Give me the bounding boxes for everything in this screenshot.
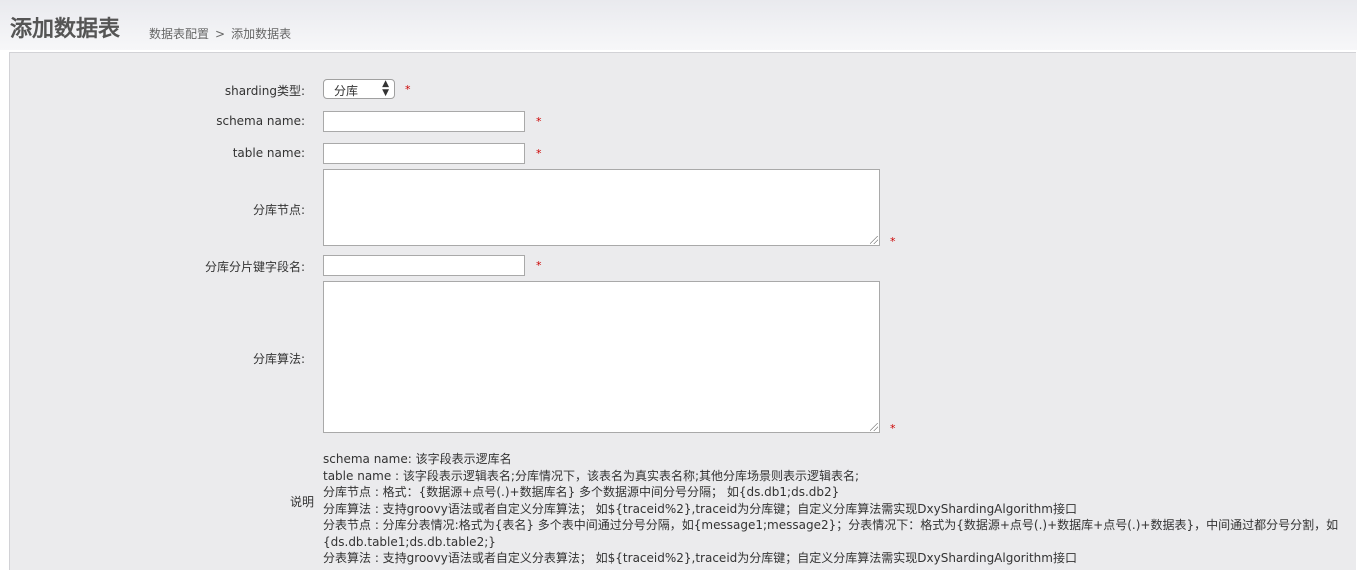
schema-name-label: schema name: [216, 114, 305, 128]
sharding-type-select[interactable]: 分库 ▲ ▼ [323, 79, 395, 99]
db-nodes-textarea[interactable] [323, 169, 880, 246]
breadcrumb-item-current: 添加数据表 [231, 27, 292, 41]
schema-name-input[interactable] [323, 111, 525, 132]
description-text: schema name: 该字段表示逻库名 table name : 该字段表示… [323, 451, 1343, 567]
sharding-type-label: sharding类型: [224, 84, 305, 98]
breadcrumb-separator: > [215, 27, 226, 41]
required-marker: * [536, 115, 542, 128]
description-line: 分库节点 : 格式：{数据源+点号(.)+数据库名} 多个数据源中间分号分隔； … [323, 485, 840, 499]
resize-handle-icon[interactable] [870, 236, 878, 244]
db-nodes-label: 分库节点: [252, 203, 305, 217]
description-line: schema name: 该字段表示逻库名 [323, 452, 512, 466]
db-shard-key-label: 分库分片键字段名: [204, 260, 305, 274]
db-shard-key-input[interactable] [323, 255, 525, 276]
required-marker: * [890, 422, 896, 435]
sharding-type-value: 分库 [334, 84, 359, 98]
db-algorithm-textarea[interactable] [323, 281, 880, 433]
db-algorithm-label: 分库算法: [252, 352, 305, 366]
table-name-label: table name: [232, 146, 305, 160]
description-label: 说明 [290, 495, 315, 509]
page-header: 添加数据表 数据表配置 > 添加数据表 [0, 0, 1357, 50]
required-marker: * [405, 83, 411, 96]
description-line: table name : 该字段表示逻辑表名;分库情况下，该表名为真实表名称;其… [323, 468, 860, 483]
required-marker: * [536, 259, 542, 272]
description-line: 分库算法 : 支持groovy语法或者自定义分库算法； 如${traceid%2… [323, 501, 1077, 516]
description-line: 分表算法 : 支持groovy语法或者自定义分表算法； 如${traceid%2… [323, 551, 1077, 565]
required-marker: * [890, 235, 896, 248]
page-title: 添加数据表 [10, 17, 121, 42]
breadcrumb-item-table-config[interactable]: 数据表配置 [149, 25, 209, 42]
breadcrumb: 数据表配置 > 添加数据表 [149, 25, 291, 42]
resize-handle-icon[interactable] [870, 423, 878, 431]
required-marker: * [536, 147, 542, 160]
description-line: 分表节点 : 分库分表情况:格式为{表名} 多个表中间通过分号分隔，如{mess… [323, 518, 1339, 549]
table-name-input[interactable] [323, 143, 525, 164]
select-arrows-icon: ▲ ▼ [382, 79, 389, 98]
